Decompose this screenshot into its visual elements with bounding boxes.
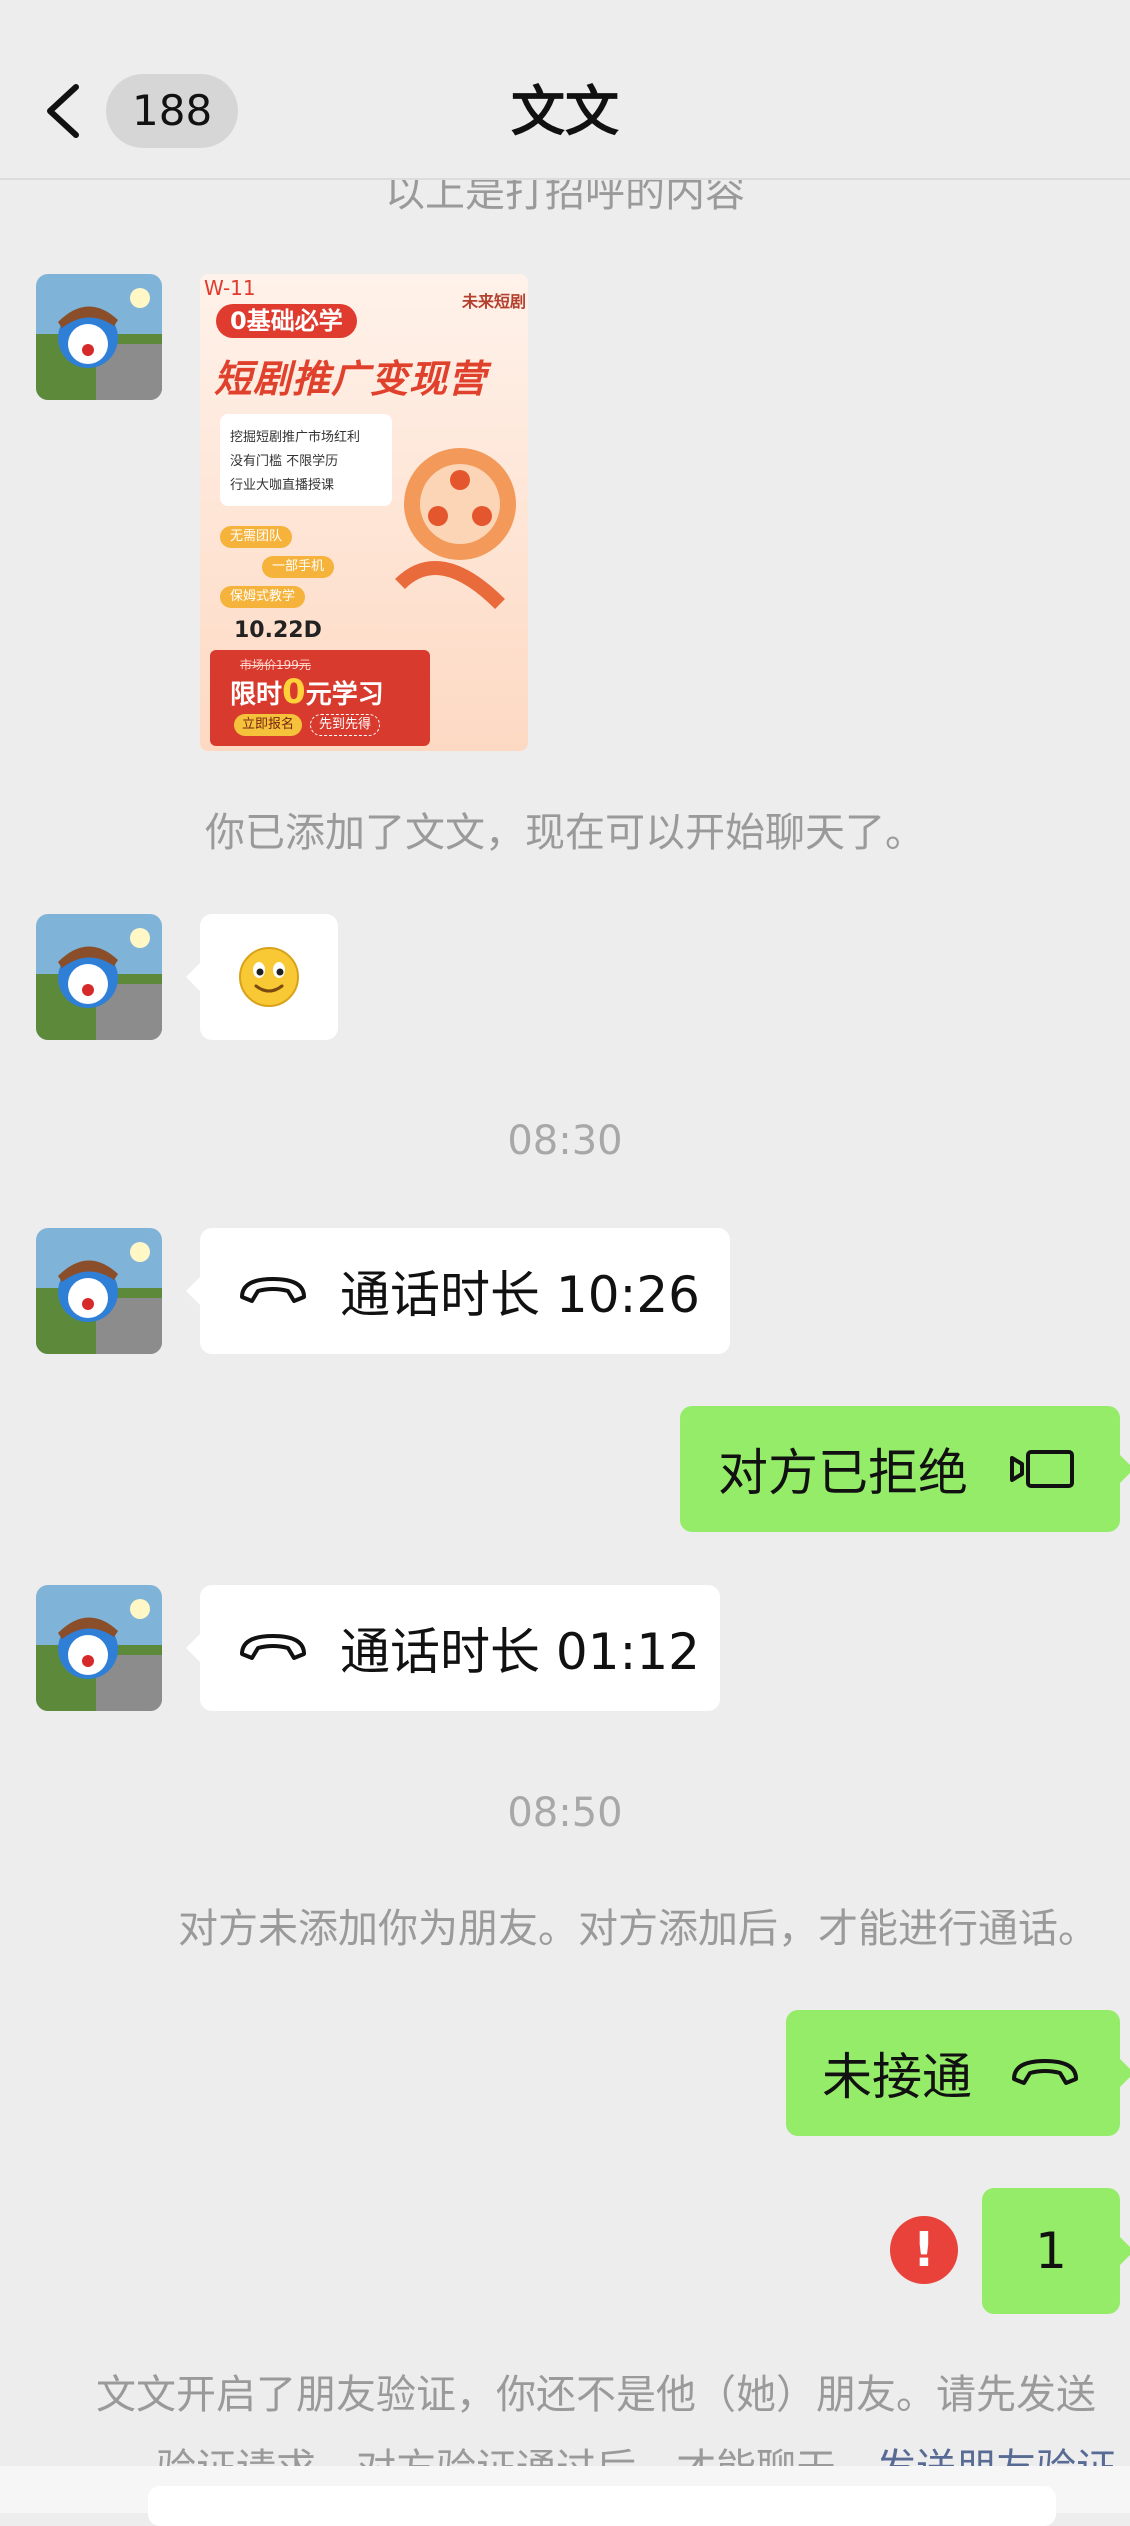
friend-verify-notice: 文文开启了朋友验证，你还不是他（她）朋友。请先发送: [96, 2372, 1096, 2418]
poster-headline: 短剧推广变现营: [214, 357, 488, 401]
poster-offer-prefix: 限时: [230, 680, 283, 710]
message-input[interactable]: [148, 2486, 1056, 2526]
call-duration-label: 通话时长 10:26: [340, 1266, 700, 1324]
send-failed-error-icon[interactable]: !: [890, 2216, 958, 2284]
poster-brand: 未来短剧: [462, 292, 527, 311]
voice-call-record-bubble[interactable]: 通话时长 10:26: [186, 1228, 730, 1354]
added-friend-notice: 你已添加了文文，现在可以开始聊天了。: [205, 810, 925, 856]
timestamp: 08:50: [507, 1790, 623, 1836]
contact-avatar[interactable]: [36, 1585, 162, 1711]
emoji-smile-icon: [239, 947, 299, 1007]
call-duration-label: 通话时长 01:12: [340, 1623, 700, 1681]
poster-pill: 保姆式教学: [220, 586, 306, 608]
message-text: 1: [1035, 2222, 1067, 2280]
poster-offer-suffix: 元学习: [305, 680, 384, 710]
film-reel-icon: [395, 448, 516, 609]
phone-hangup-icon: [240, 1277, 306, 1303]
poster-bullet: 行业大咖直播授课: [230, 478, 335, 493]
missed-call-bubble[interactable]: 未接通: [786, 2010, 1130, 2136]
poster-cta-note: 先到先得: [310, 714, 381, 736]
video-call-rejected-bubble[interactable]: 对方已拒绝: [680, 1406, 1130, 1532]
contact-avatar[interactable]: [36, 274, 162, 400]
voice-call-record-bubble[interactable]: 通话时长 01:12: [186, 1585, 720, 1711]
poster-date: 10.22D: [234, 618, 322, 643]
contact-avatar[interactable]: [36, 914, 162, 1040]
text-message-bubble[interactable]: 1: [982, 2188, 1130, 2314]
promo-poster-image[interactable]: W-11 0基础必学 未来短剧 短剧推广变现营 挖掘短剧推广市场红利 没有门槛 …: [200, 274, 528, 751]
poster-bullet: 没有门槛 不限学历: [230, 454, 339, 469]
contact-avatar[interactable]: [36, 1228, 162, 1354]
emoji-message-bubble[interactable]: [186, 914, 338, 1040]
poster-price: 市场价199元: [240, 658, 311, 672]
phone-hangup-icon: [240, 1634, 306, 1660]
poster-cta-button: 立即报名: [234, 714, 303, 736]
phone-hangup-icon: [1012, 2059, 1078, 2085]
poster-bullet: 挖掘短剧推广市场红利: [230, 430, 361, 445]
poster-offer-zero: 0: [282, 672, 306, 712]
poster-tag: 0基础必学: [216, 304, 357, 338]
call-status-label: 未接通: [822, 2048, 972, 2106]
not-friend-notice: 对方未添加你为朋友。对方添加后，才能进行通话。: [178, 1906, 1098, 1952]
timestamp: 08:30: [507, 1118, 623, 1164]
poster-code: W-11: [204, 276, 256, 300]
chat-header: 188 文文: [0, 0, 1130, 180]
poster-pill: 无需团队: [220, 526, 293, 548]
chat-title[interactable]: 文文: [0, 76, 1130, 148]
call-status-label: 对方已拒绝: [718, 1444, 968, 1502]
poster-pill: 一部手机: [262, 556, 335, 578]
video-camera-icon: [1010, 1450, 1074, 1488]
